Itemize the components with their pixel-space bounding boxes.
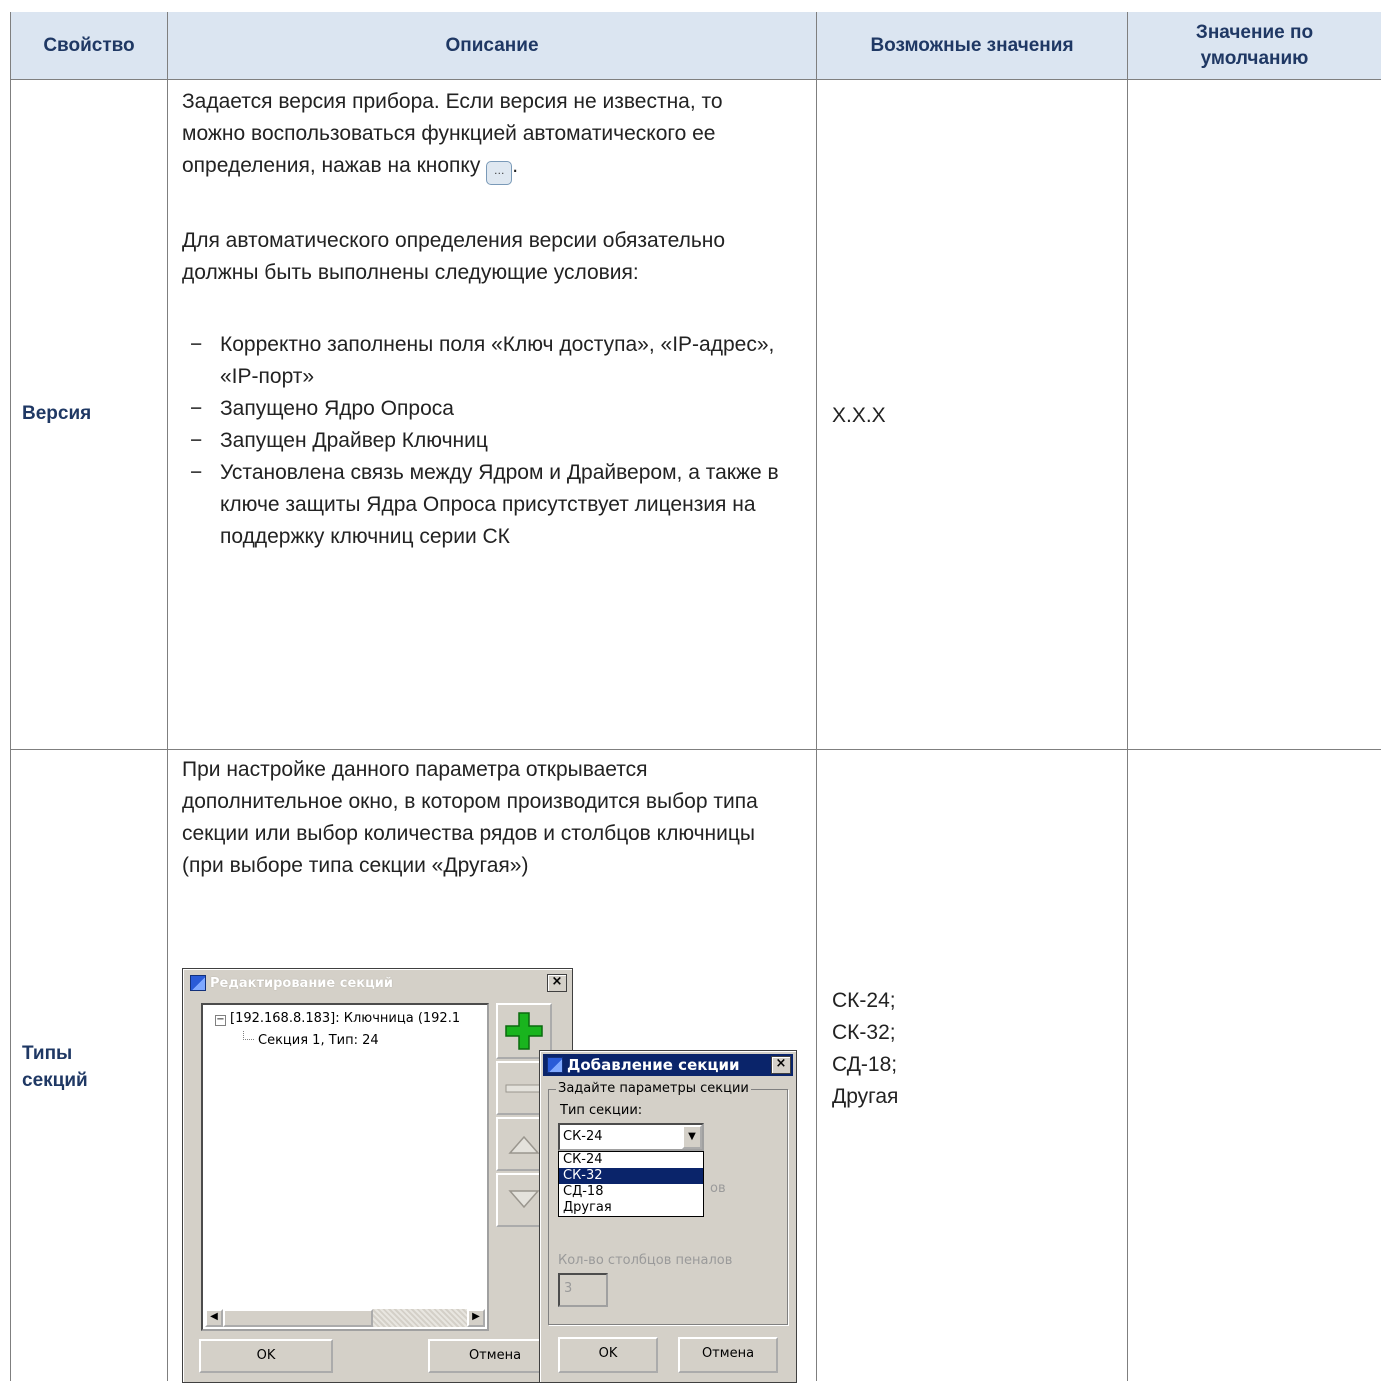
option-ck32[interactable]: СК-32 — [559, 1168, 703, 1184]
list-item: − Запущен Драйвер Ключниц — [182, 425, 802, 457]
value-item: СК-32; — [832, 1021, 896, 1044]
header-cell-property: Свойство — [11, 12, 167, 79]
option-ck24[interactable]: СК-24 — [559, 1152, 703, 1168]
section-type-options: СК-24 СК-32 СД-18 Другая — [558, 1151, 704, 1217]
ok-button[interactable]: OK — [558, 1337, 658, 1373]
add-section-dialog: Добавление секции × Задайте параметры се… — [539, 1050, 797, 1383]
horizontal-scrollbar[interactable]: ◀ ▶ — [205, 1309, 485, 1327]
edit-sections-dialog: Редактирование секций × − [192.168.8.183]… — [182, 968, 573, 1383]
rows-label-fragment: ов — [710, 1181, 726, 1196]
add-dialog-title: Добавление секции — [567, 1056, 740, 1074]
edit-dialog-titlebar: Редактирование секций × — [186, 972, 569, 994]
section-types-desc-p1: При настройке данного параметра открывае… — [182, 758, 758, 877]
list-item: − Корректно заполнены поля «Ключ доступа»… — [182, 329, 802, 393]
scroll-thumb[interactable] — [223, 1309, 373, 1327]
add-dialog-titlebar: Добавление секции × — [543, 1054, 793, 1076]
row-section-types-values: СК-24; СК-32; СД-18; Другая — [832, 985, 898, 1113]
cols-value: 3 — [564, 1281, 573, 1296]
table-border-left — [10, 12, 11, 1381]
ok-button[interactable]: OK — [199, 1339, 333, 1373]
edit-dialog-title: Редактирование секций — [210, 975, 393, 991]
row-version-property: Версия — [22, 403, 92, 424]
row-version-values: X.X.X — [832, 404, 886, 427]
header-cell-description: Описание — [168, 12, 816, 79]
version-desc-p1: Задается версия прибора. Если версия не … — [182, 86, 782, 185]
document-page: Свойство Описание Возможные значения Зна… — [0, 0, 1381, 1383]
version-conditions-list: − Корректно заполнены поля «Ключ доступа»… — [182, 329, 802, 553]
section-params-group-title: Задайте параметры секции — [556, 1081, 751, 1096]
cols-input[interactable]: 3 — [558, 1273, 608, 1307]
row-version-description: Задается версия прибора. Если версия не … — [182, 86, 802, 553]
header-description: Описание — [445, 34, 539, 56]
list-item: − Установлена связь между Ядром и Драйвер… — [182, 457, 802, 553]
tree-item-section[interactable]: Секция 1, Тип: 24 — [243, 1031, 379, 1048]
table-border-row1 — [10, 749, 1381, 750]
ellipsis-button-icon: … — [486, 161, 513, 185]
section-type-value: СК-24 — [563, 1129, 603, 1144]
scroll-right-button[interactable]: ▶ — [467, 1309, 485, 1327]
table-border-col3 — [1127, 12, 1128, 1381]
table-border-col2 — [816, 12, 817, 1381]
tree-item-root[interactable]: − [192.168.8.183]: Ключница (192.1 — [215, 1011, 460, 1026]
minus-icon — [505, 1084, 543, 1093]
header-cell-default: Значение по умолчанию — [1128, 12, 1381, 79]
list-item: − Запущено Ядро Опроса — [182, 393, 802, 425]
plus-icon — [505, 1012, 543, 1050]
dash-icon: − — [190, 397, 203, 420]
row-section-types-description: При настройке данного параметра открывае… — [182, 754, 802, 882]
version-desc-p2: Для автоматического определения версии о… — [182, 229, 726, 284]
collapse-icon[interactable]: − — [215, 1015, 226, 1026]
version-desc-period: . — [512, 154, 519, 177]
row-section-types-property: Типы секций — [22, 1043, 88, 1091]
app-icon — [190, 975, 206, 991]
section-type-select[interactable]: СК-24 ▼ — [558, 1123, 704, 1151]
header-default: Значение по умолчанию — [1195, 21, 1314, 69]
tree-connector-icon — [243, 1031, 254, 1040]
section-type-label: Тип секции: — [560, 1103, 643, 1118]
arrow-down-icon — [508, 1190, 540, 1209]
dash-icon: − — [190, 429, 203, 452]
option-other[interactable]: Другая — [559, 1200, 703, 1216]
value-item: СД-18; — [832, 1053, 898, 1076]
scroll-left-button[interactable]: ◀ — [205, 1309, 223, 1327]
table-border-col1 — [167, 12, 168, 1381]
header-cell-values: Возможные значения — [817, 12, 1127, 79]
header-property: Свойство — [43, 34, 135, 56]
header-values: Возможные значения — [870, 34, 1074, 56]
dash-icon: − — [190, 461, 203, 484]
arrow-up-icon — [508, 1135, 540, 1154]
app-icon — [547, 1057, 563, 1073]
sections-tree[interactable]: − [192.168.8.183]: Ключница (192.1 Секция… — [201, 1003, 489, 1331]
cols-label: Кол-во столбцов пеналов — [558, 1253, 733, 1268]
close-icon[interactable]: × — [771, 1056, 791, 1074]
chevron-down-icon[interactable]: ▼ — [682, 1125, 702, 1149]
table-border-header — [10, 79, 1381, 80]
close-icon[interactable]: × — [547, 974, 567, 992]
option-sd18[interactable]: СД-18 — [559, 1184, 703, 1200]
cancel-button[interactable]: Отмена — [678, 1337, 778, 1373]
version-desc-text: Задается версия прибора. Если версия не … — [182, 90, 723, 177]
value-item: СК-24; — [832, 989, 896, 1012]
value-item: Другая — [832, 1085, 899, 1108]
dash-icon: − — [190, 333, 203, 356]
